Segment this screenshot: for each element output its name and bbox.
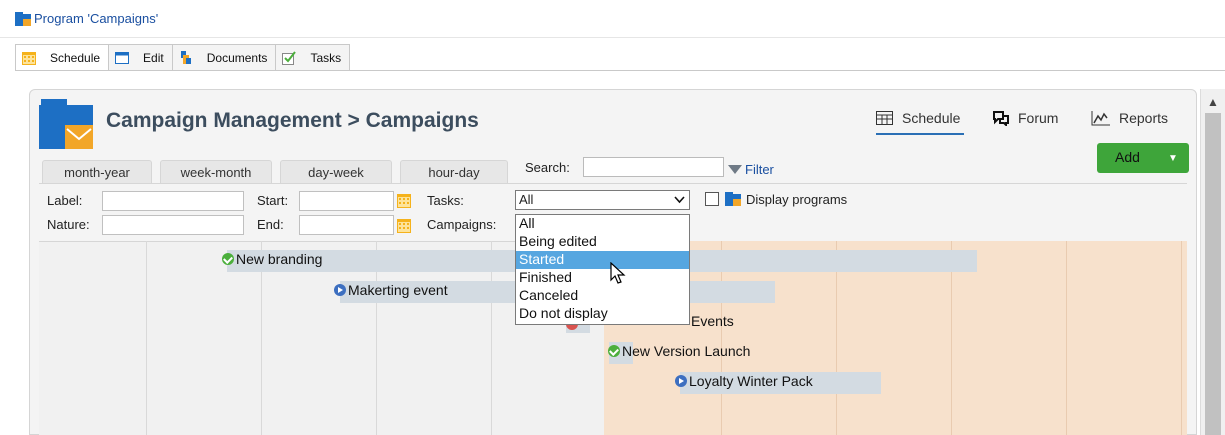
program-folder-icon <box>725 192 741 206</box>
end-date-input[interactable] <box>299 215 394 235</box>
forum-icon <box>993 111 1009 126</box>
tab-tasks[interactable]: Tasks <box>275 44 351 70</box>
campaign-label-new-branding[interactable]: New branding <box>222 251 322 267</box>
status-finished-icon <box>222 253 234 265</box>
status-started-icon <box>334 284 346 296</box>
view-link-forum-label: Forum <box>1018 110 1059 126</box>
tab-week-month[interactable]: week-month <box>160 160 272 184</box>
tab-month-year[interactable]: month-year <box>42 160 152 184</box>
chevron-down-icon <box>674 196 685 204</box>
label-input[interactable] <box>102 191 244 211</box>
tab-schedule-label: Schedule <box>50 51 101 65</box>
tasks-select-value: All <box>519 192 534 207</box>
scrollbar-thumb[interactable] <box>1205 113 1221 435</box>
tab-documents[interactable]: Documents <box>171 44 277 70</box>
gantt-gridline <box>1181 241 1182 435</box>
start-date-input[interactable] <box>299 191 394 211</box>
calendar-icon <box>22 52 36 65</box>
campaign-name: Loyalty Winter Pack <box>689 373 813 389</box>
schedule-grid-icon <box>876 111 893 125</box>
search-label: Search: <box>525 160 570 175</box>
window-title-bar: Program 'Campaigns' <box>0 0 1225 38</box>
program-folder-icon <box>15 12 31 26</box>
option-canceled[interactable]: Canceled <box>516 287 689 305</box>
nature-input[interactable] <box>102 215 244 235</box>
tab-edit[interactable]: Edit <box>108 44 173 70</box>
tab-documents-label: Documents <box>206 50 268 65</box>
filter-label: Filter <box>745 162 774 177</box>
tab-schedule[interactable]: Schedule <box>15 44 110 71</box>
tab-day-week[interactable]: day-week <box>280 160 392 184</box>
option-started[interactable]: Started <box>516 251 689 269</box>
campaign-label-loyalty-winter-pack[interactable]: Loyalty Winter Pack <box>675 373 813 389</box>
view-link-reports-label: Reports <box>1119 110 1169 126</box>
tab-divider <box>15 70 1225 71</box>
display-programs-label: Display programs <box>746 192 848 207</box>
end-field-label: End: <box>257 217 284 232</box>
campaign-label-new-version-launch[interactable]: New Version Launch <box>608 343 750 359</box>
mouse-pointer-icon <box>610 262 626 284</box>
tab-edit-label: Edit <box>143 50 164 65</box>
tasks-select[interactable]: All <box>515 190 690 210</box>
campaign-folder-icon <box>39 99 93 149</box>
nature-field-label: Nature: <box>47 217 90 232</box>
campaigns-field-label: Campaigns: <box>427 217 497 232</box>
reports-chart-icon <box>1091 111 1110 126</box>
view-link-reports[interactable]: Reports <box>1091 110 1168 126</box>
tasks-dropdown-list: All Being edited Started Finished Cancel… <box>515 214 690 325</box>
gantt-gridline <box>146 241 147 435</box>
campaign-label-events[interactable]: Events <box>691 313 734 329</box>
campaign-name: New branding <box>236 251 323 267</box>
tab-tasks-label: Tasks <box>310 50 342 65</box>
end-calendar-icon[interactable] <box>397 218 411 233</box>
page-title: Campaign Management > Campaigns <box>106 109 479 132</box>
add-button-label: Add <box>1115 149 1140 165</box>
view-link-schedule[interactable]: Schedule <box>876 110 965 135</box>
option-finished[interactable]: Finished <box>516 269 689 287</box>
gantt-gridline <box>1066 241 1067 435</box>
add-button[interactable]: Add ▼ <box>1097 143 1189 173</box>
tasks-checkbox-icon <box>282 50 297 65</box>
tasks-field-label: Tasks: <box>427 193 464 208</box>
add-dropdown-caret-icon[interactable]: ▼ <box>1168 153 1178 164</box>
view-link-schedule-label: Schedule <box>902 110 961 126</box>
start-field-label: Start: <box>257 193 289 208</box>
window-title: Program 'Campaigns' <box>34 11 159 26</box>
start-calendar-icon[interactable] <box>397 193 411 208</box>
main-tabs: Schedule Edit Documents Tasks <box>15 44 351 71</box>
option-do-not-display[interactable]: Do not display <box>516 305 689 323</box>
status-started-icon <box>675 375 687 387</box>
filter-funnel-icon <box>728 165 742 174</box>
tab-hour-day[interactable]: hour-day <box>400 160 508 184</box>
vertical-scrollbar[interactable]: ▲ <box>1200 89 1225 435</box>
campaign-name: New Version Launch <box>622 343 751 359</box>
status-finished-icon <box>608 345 620 357</box>
edit-window-icon <box>115 51 130 64</box>
scroll-up-icon[interactable]: ▲ <box>1207 95 1219 109</box>
display-programs-checkbox[interactable] <box>705 192 719 206</box>
search-input[interactable] <box>583 157 724 177</box>
option-being-edited[interactable]: Being edited <box>516 233 689 251</box>
filter-link[interactable]: Filter <box>728 162 774 177</box>
campaign-label-makerting-event[interactable]: Makerting event <box>334 282 448 298</box>
label-field-label: Label: <box>47 193 83 208</box>
campaign-name: Makerting event <box>348 282 448 298</box>
view-link-forum[interactable]: Forum <box>992 110 1058 126</box>
documents-icon <box>180 50 191 64</box>
option-all[interactable]: All <box>516 215 689 233</box>
campaign-name: Events <box>691 313 734 329</box>
